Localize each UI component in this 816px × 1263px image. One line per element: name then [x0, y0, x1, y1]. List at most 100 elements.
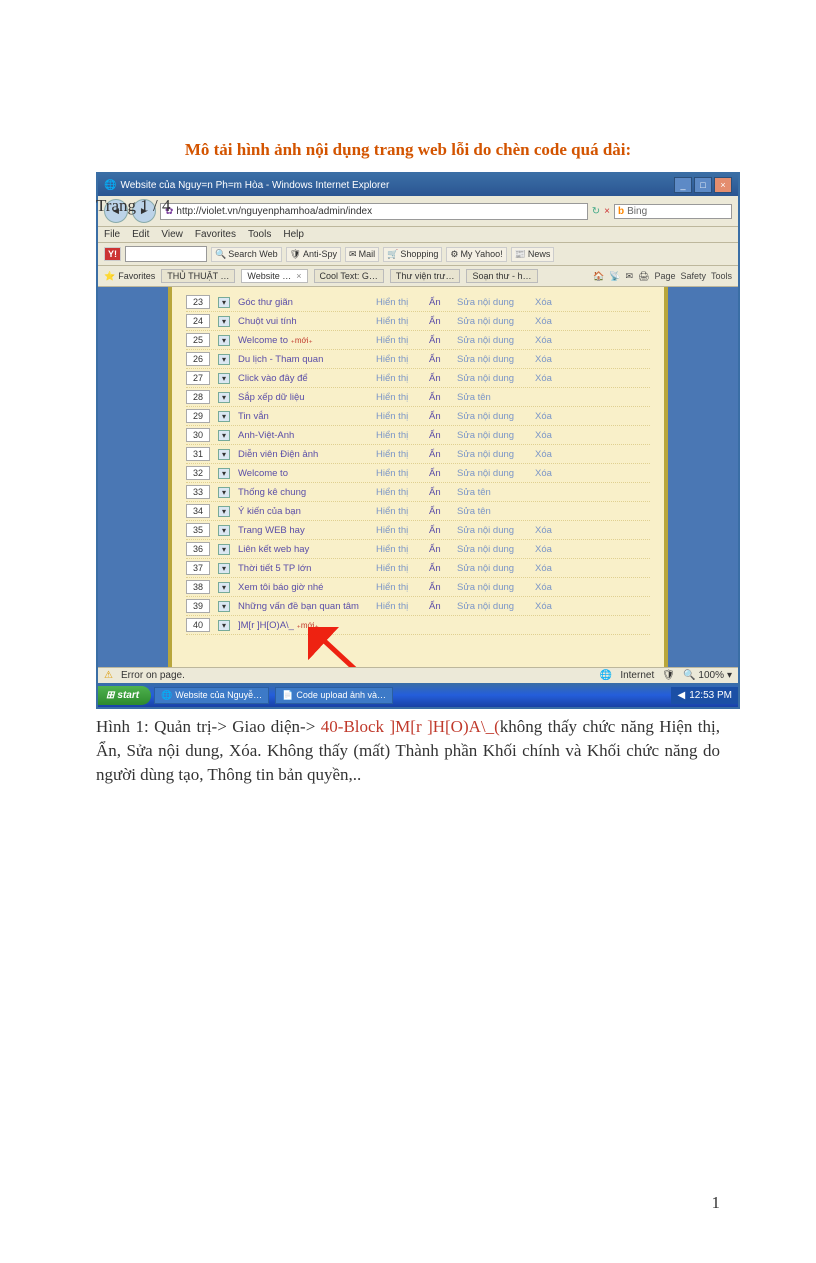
menu-view[interactable]: View	[161, 229, 183, 240]
block-name-link[interactable]: Trang WEB hay	[238, 525, 368, 536]
dropdown-icon[interactable]: ▾	[218, 563, 230, 574]
tab-4[interactable]: Soạn thư - h…	[466, 269, 537, 283]
dropdown-icon[interactable]: ▾	[218, 411, 230, 422]
refresh-button[interactable]: ↻	[592, 206, 600, 217]
hide-link[interactable]: Ẩn	[429, 563, 449, 574]
show-link[interactable]: Hiển thị	[376, 487, 421, 498]
row-number[interactable]: 37	[186, 561, 210, 575]
edit-link[interactable]: Sửa nội dung	[457, 316, 527, 327]
hide-link[interactable]: Ẩn	[429, 411, 449, 422]
dropdown-icon[interactable]: ▾	[218, 316, 230, 327]
hide-link[interactable]: Ẩn	[429, 297, 449, 308]
print-icon[interactable]: 🖨	[638, 271, 649, 282]
tools-menu[interactable]: Tools	[711, 271, 732, 282]
row-number[interactable]: 27	[186, 371, 210, 385]
edit-link[interactable]: Sửa nội dung	[457, 544, 527, 555]
delete-link[interactable]: Xóa	[535, 544, 565, 555]
show-link[interactable]: Hiển thị	[376, 411, 421, 422]
block-name-link[interactable]: Welcome to	[238, 468, 368, 479]
task-button-0[interactable]: 🌐 Website của Nguyễ…	[154, 687, 269, 704]
hide-link[interactable]: Ẩn	[429, 601, 449, 612]
url-input[interactable]: ✿ http://violet.vn/nguyenphamhoa/admin/i…	[160, 203, 588, 220]
show-link[interactable]: Hiển thị	[376, 468, 421, 479]
delete-link[interactable]: Xóa	[535, 468, 565, 479]
row-number[interactable]: 33	[186, 485, 210, 499]
show-link[interactable]: Hiển thị	[376, 544, 421, 555]
hide-link[interactable]: Ẩn	[429, 487, 449, 498]
anti-spy-button[interactable]: 🛡 Anti-Spy	[286, 247, 341, 262]
minimize-button[interactable]: _	[674, 177, 692, 193]
dropdown-icon[interactable]: ▾	[218, 373, 230, 384]
hide-link[interactable]: Ẩn	[429, 373, 449, 384]
show-link[interactable]: Hiển thị	[376, 316, 421, 327]
delete-link[interactable]: Xóa	[535, 335, 565, 346]
block-name-link[interactable]: Ý kiến của bạn	[238, 506, 368, 517]
show-link[interactable]: Hiển thị	[376, 335, 421, 346]
tab-3[interactable]: Thư viện trư…	[390, 269, 461, 283]
show-link[interactable]: Hiển thị	[376, 563, 421, 574]
edit-link[interactable]: Sửa nội dung	[457, 335, 527, 346]
read-mail-icon[interactable]: ✉	[625, 271, 633, 282]
hide-link[interactable]: Ẩn	[429, 392, 449, 403]
row-number[interactable]: 32	[186, 466, 210, 480]
dropdown-icon[interactable]: ▾	[218, 582, 230, 593]
dropdown-icon[interactable]: ▾	[218, 297, 230, 308]
dropdown-icon[interactable]: ▾	[218, 487, 230, 498]
dropdown-icon[interactable]: ▾	[218, 335, 230, 346]
block-name-link[interactable]: Du lịch - Tham quan	[238, 354, 368, 365]
task-button-1[interactable]: 📄 Code upload ảnh và…	[275, 687, 393, 704]
dropdown-icon[interactable]: ▾	[218, 601, 230, 612]
row-number[interactable]: 24	[186, 314, 210, 328]
menu-favorites[interactable]: Favorites	[195, 229, 236, 240]
hide-link[interactable]: Ẩn	[429, 582, 449, 593]
maximize-button[interactable]: □	[694, 177, 712, 193]
hide-link[interactable]: Ẩn	[429, 354, 449, 365]
row-number[interactable]: 34	[186, 504, 210, 518]
dropdown-icon[interactable]: ▾	[218, 430, 230, 441]
delete-link[interactable]: Xóa	[535, 316, 565, 327]
row-number[interactable]: 35	[186, 523, 210, 537]
show-link[interactable]: Hiển thị	[376, 582, 421, 593]
delete-link[interactable]: Xóa	[535, 411, 565, 422]
row-number[interactable]: 30	[186, 428, 210, 442]
delete-link[interactable]: Xóa	[535, 354, 565, 365]
shopping-button[interactable]: 🛒 Shopping	[383, 247, 442, 262]
show-link[interactable]: Hiển thị	[376, 373, 421, 384]
block-name-link[interactable]: Thời tiết 5 TP lớn	[238, 563, 368, 574]
hide-link[interactable]: Ẩn	[429, 430, 449, 441]
dropdown-icon[interactable]: ▾	[218, 544, 230, 555]
edit-link[interactable]: Sửa nội dung	[457, 468, 527, 479]
home-icon[interactable]: 🏠	[593, 271, 604, 282]
edit-link[interactable]: Sửa nội dung	[457, 430, 527, 441]
show-link[interactable]: Hiển thị	[376, 354, 421, 365]
dropdown-icon[interactable]: ▾	[218, 354, 230, 365]
hide-link[interactable]: Ẩn	[429, 468, 449, 479]
delete-link[interactable]: Xóa	[535, 373, 565, 384]
safety-menu[interactable]: Safety	[680, 271, 706, 282]
menu-help[interactable]: Help	[283, 229, 304, 240]
block-name-link[interactable]: Click vào đây để	[238, 373, 368, 384]
edit-link[interactable]: Sửa tên	[457, 487, 527, 498]
search-box[interactable]: b Bing	[614, 204, 732, 219]
row-number[interactable]: 38	[186, 580, 210, 594]
edit-link[interactable]: Sửa tên	[457, 392, 527, 403]
row-number[interactable]: 40	[186, 618, 210, 632]
dropdown-icon[interactable]: ▾	[218, 525, 230, 536]
row-number[interactable]: 36	[186, 542, 210, 556]
edit-link[interactable]: Sửa nội dung	[457, 582, 527, 593]
row-number[interactable]: 26	[186, 352, 210, 366]
show-link[interactable]: Hiển thị	[376, 430, 421, 441]
zoom-control[interactable]: 🔍 100% ▾	[683, 670, 732, 681]
page-menu[interactable]: Page	[654, 271, 675, 282]
delete-link[interactable]: Xóa	[535, 430, 565, 441]
mail-button[interactable]: ✉ Mail	[345, 247, 379, 262]
dropdown-icon[interactable]: ▾	[218, 468, 230, 479]
block-name-link[interactable]: Thống kê chung	[238, 487, 368, 498]
hide-link[interactable]: Ẩn	[429, 449, 449, 460]
hide-link[interactable]: Ẩn	[429, 316, 449, 327]
menu-file[interactable]: File	[104, 229, 120, 240]
hide-link[interactable]: Ẩn	[429, 544, 449, 555]
hide-link[interactable]: Ẩn	[429, 335, 449, 346]
dropdown-icon[interactable]: ▾	[218, 392, 230, 403]
hide-link[interactable]: Ẩn	[429, 525, 449, 536]
